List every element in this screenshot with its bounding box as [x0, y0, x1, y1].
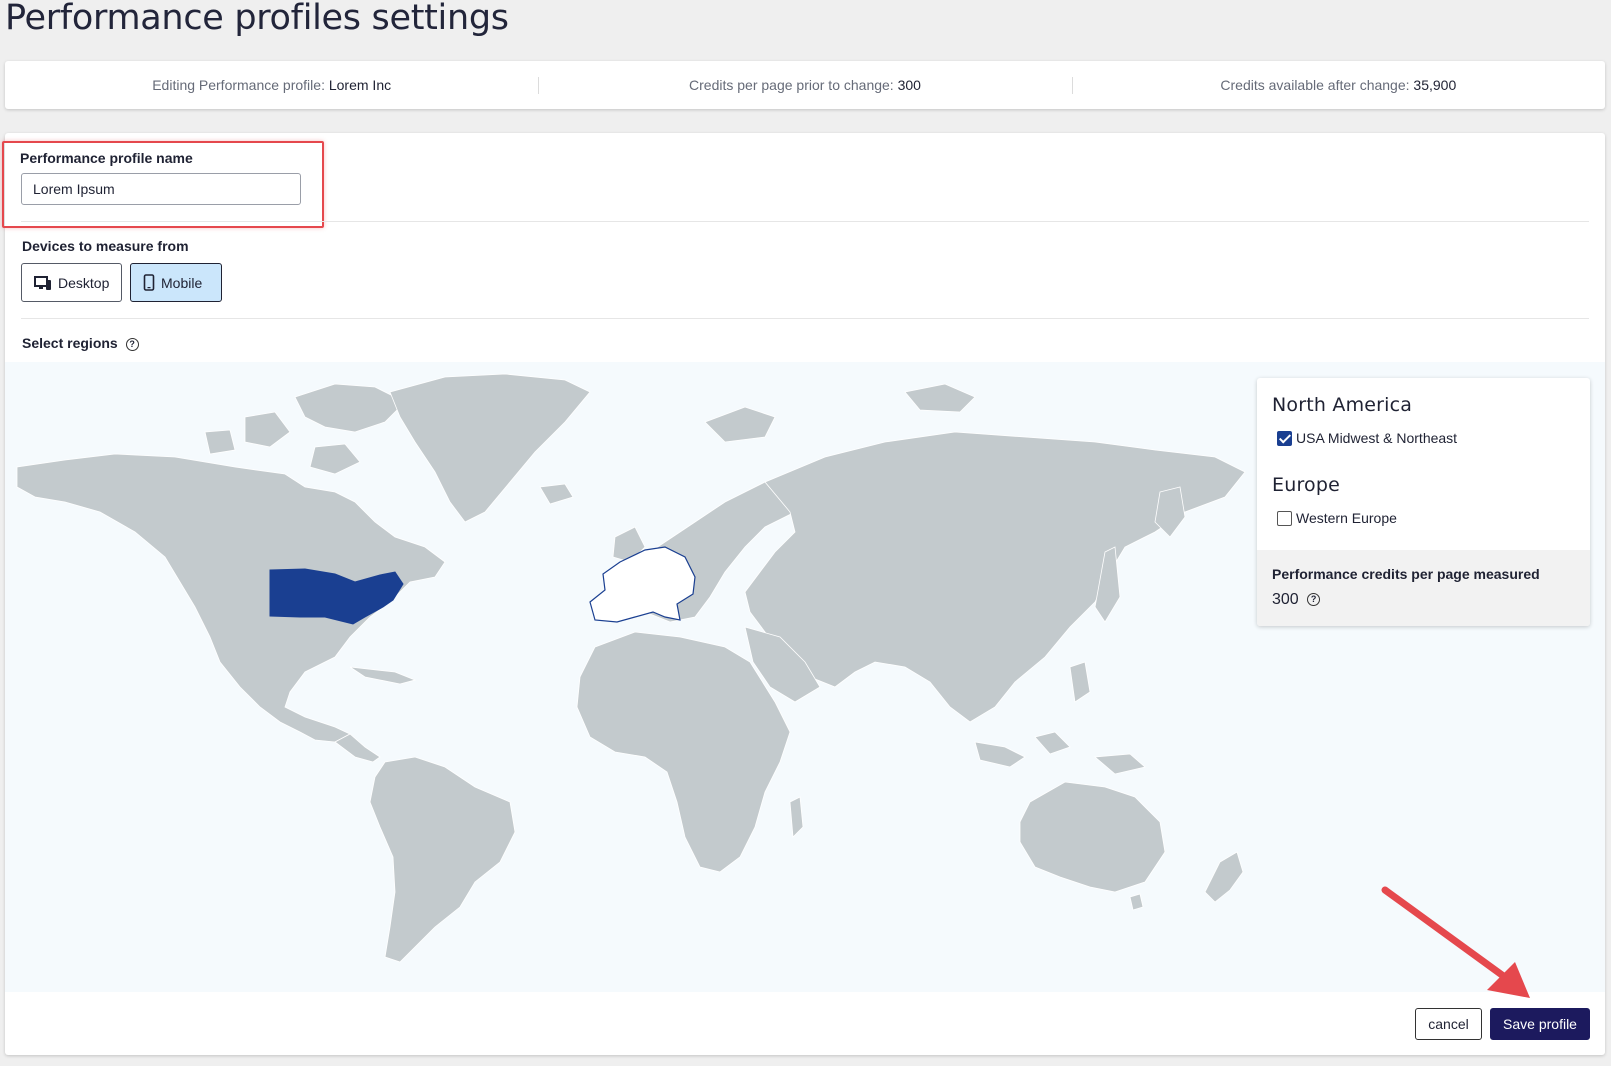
profile-name-input[interactable] — [21, 173, 301, 205]
save-profile-button[interactable]: Save profile — [1490, 1008, 1590, 1040]
credits-footer: Performance credits per page measured 30… — [1257, 550, 1590, 626]
map-australia — [1019, 781, 1166, 893]
desktop-device-button[interactable]: Desktop — [21, 263, 122, 302]
checkbox-western-europe[interactable] — [1277, 510, 1292, 526]
map-south-america — [369, 756, 516, 963]
help-icon[interactable]: ? — [125, 337, 139, 351]
summary-credits-prior-value: 300 — [897, 77, 921, 93]
credits-per-page-label: Performance credits per page measured — [1272, 566, 1540, 582]
map-canada-islands — [294, 383, 406, 433]
summary-editing-profile: Editing Performance profile: Lorem Inc — [152, 77, 392, 93]
profile-name-label: Performance profile name — [20, 150, 193, 166]
summary-credits-after: Credits available after change: 35,900 — [1071, 77, 1605, 94]
regions-label: Select regions ? — [22, 335, 139, 351]
summary-credits-after-value: 35,900 — [1413, 77, 1457, 93]
region-group-heading-europe: Europe — [1272, 474, 1341, 496]
credits-per-page-value: 300 ? — [1272, 591, 1321, 609]
region-selection-panel: North America USA Midwest & Northeast Eu… — [1257, 378, 1590, 626]
region-option-western-europe[interactable]: Western Europe — [1277, 510, 1397, 526]
cancel-button[interactable]: cancel — [1415, 1008, 1482, 1040]
region-group-heading-north-america: North America — [1272, 394, 1413, 416]
map-asia — [744, 431, 1246, 723]
desktop-icon — [34, 275, 51, 290]
checkbox-usa-midwest-northeast[interactable] — [1277, 430, 1292, 446]
section-divider — [21, 318, 1589, 319]
profile-summary-bar: Editing Performance profile: Lorem Inc C… — [5, 61, 1605, 109]
page-title: Performance profiles settings — [5, 0, 509, 38]
summary-editing-profile-value: Lorem Inc — [328, 77, 392, 93]
region-option-usa-midwest-northeast[interactable]: USA Midwest & Northeast — [1277, 430, 1457, 446]
help-icon[interactable]: ? — [1307, 593, 1321, 607]
annotation-arrow-icon — [1381, 886, 1530, 998]
devices-label: Devices to measure from — [22, 238, 189, 254]
summary-credits-prior: Credits per page prior to change: 300 — [538, 77, 1071, 94]
mobile-phone-icon — [143, 274, 155, 291]
section-divider — [21, 221, 1589, 222]
map-region-usa-midwest-northeast — [269, 568, 404, 625]
mobile-device-button[interactable]: Mobile — [130, 263, 222, 302]
